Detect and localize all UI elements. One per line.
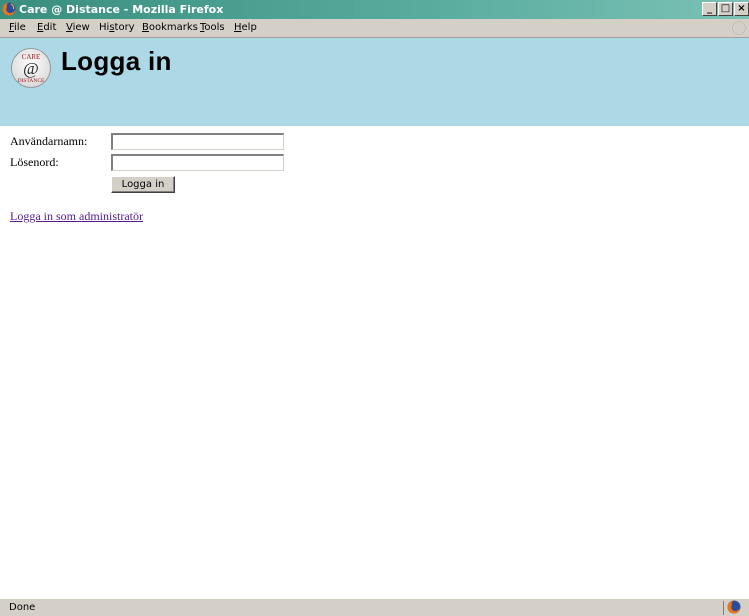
menu-help-rest: elp: [241, 22, 257, 33]
window-controls: _ □ ×: [701, 2, 749, 17]
status-text: Done: [9, 602, 36, 613]
menu-bar: File Edit View History Bookmarks Tools H…: [0, 19, 749, 38]
menu-file-rest: ile: [14, 22, 26, 33]
menu-view[interactable]: View: [66, 22, 90, 33]
browser-window: Care @ Distance - Mozilla Firefox _ □ × …: [0, 0, 749, 616]
logo-bottom-text: DISTANCE: [18, 78, 45, 84]
menu-help-accel: H: [234, 22, 242, 33]
menu-help[interactable]: Help: [234, 22, 257, 33]
firefox-status-icon[interactable]: [727, 600, 741, 614]
admin-login-link[interactable]: Logga in som administratör: [10, 209, 143, 224]
logo-at-symbol: @: [23, 59, 39, 78]
maximize-button[interactable]: □: [718, 2, 733, 16]
close-button[interactable]: ×: [734, 2, 749, 16]
title-bar[interactable]: Care @ Distance - Mozilla Firefox _ □ ×: [0, 0, 749, 19]
page-header: CARE @ DISTANCE Logga in: [0, 38, 749, 126]
username-input[interactable]: [111, 133, 284, 150]
window-title: Care @ Distance - Mozilla Firefox: [19, 3, 224, 16]
menu-edit[interactable]: Edit: [37, 22, 56, 33]
minimize-button[interactable]: _: [702, 2, 717, 16]
menu-view-rest: iew: [72, 22, 90, 33]
menu-history-prefix: Hi: [99, 22, 110, 33]
care-at-distance-logo: CARE @ DISTANCE: [11, 48, 51, 88]
page-content: CARE @ DISTANCE Logga in Användarnamn: L…: [0, 38, 749, 598]
page-title: Logga in: [61, 46, 172, 76]
login-button[interactable]: Logga in: [111, 176, 175, 193]
throbber-icon: [732, 21, 746, 35]
menu-bookmarks[interactable]: Bookmarks: [142, 22, 198, 33]
menu-bookmarks-rest: ookmarks: [148, 22, 198, 33]
menu-history[interactable]: History: [99, 22, 135, 33]
password-label: Lösenord:: [10, 155, 59, 169]
menu-history-rest: tory: [114, 22, 135, 33]
menu-bookmarks-accel: B: [142, 22, 149, 33]
password-input[interactable]: [111, 154, 284, 171]
username-label: Användarnamn:: [10, 134, 88, 148]
firefox-icon: [2, 2, 16, 16]
menu-tools-rest: ools: [204, 22, 225, 33]
menu-tools[interactable]: Tools: [200, 22, 225, 33]
menu-file[interactable]: File: [9, 22, 26, 33]
menu-view-accel: V: [66, 22, 73, 33]
menu-edit-rest: dit: [43, 22, 57, 33]
status-bar: Done: [0, 598, 749, 616]
